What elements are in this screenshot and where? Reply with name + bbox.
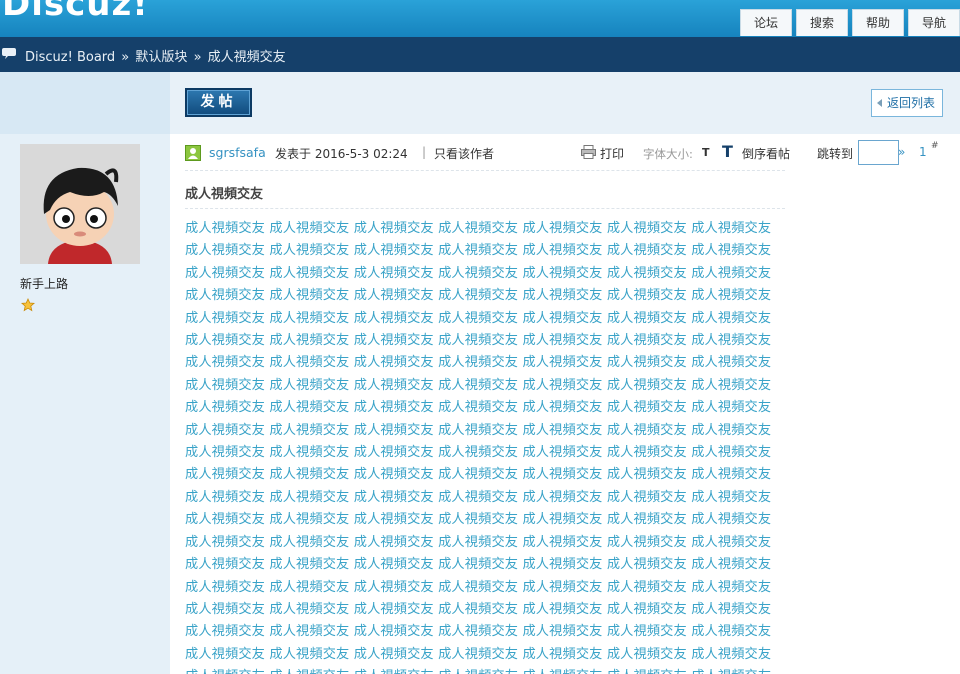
avatar-cartoon-icon [20, 144, 140, 264]
only-author-link[interactable]: 只看该作者 [434, 145, 494, 162]
breadcrumb-separator: » [193, 50, 202, 65]
breadcrumb-separator: » [121, 50, 130, 65]
breadcrumb-bar: Discuz! Board » 默认版块 » 成人視頻交友 [0, 37, 960, 72]
main-nav: 论坛 搜索 帮助 导航 [736, 9, 960, 37]
divider [185, 170, 785, 171]
post-meta-bar: sgrsfsafa 发表于 2016-5-3 02:24 | 只看该作者 打印 … [185, 140, 960, 166]
speech-bubble-icon [2, 48, 16, 59]
post-body: 成人視頻交友 成人視頻交友 成人視頻交友 成人視頻交友 成人視頻交友 成人視頻交… [185, 221, 772, 674]
top-header: Discuz! 论坛 搜索 帮助 导航 [0, 0, 960, 37]
floor-mark: # [931, 141, 939, 151]
nav-tab-navigation[interactable]: 导航 [907, 9, 960, 36]
reverse-order-link[interactable]: 倒序看帖 [742, 145, 790, 162]
author-link[interactable]: sgrsfsafa [209, 145, 266, 160]
star-icon [21, 298, 35, 312]
online-status-icon [185, 145, 201, 161]
divider [185, 208, 785, 209]
floor-number[interactable]: 1 [919, 145, 927, 159]
print-link[interactable]: 打印 [600, 145, 624, 162]
meta-divider: | [422, 145, 427, 159]
site-logo[interactable]: Discuz! [2, 0, 149, 24]
nav-tab-search[interactable]: 搜索 [795, 9, 848, 36]
action-bar [0, 72, 960, 134]
printer-icon[interactable] [581, 145, 596, 159]
font-large-button[interactable]: T [722, 142, 733, 161]
arrow-left-icon [877, 99, 882, 107]
nav-tab-forum[interactable]: 论坛 [739, 9, 792, 36]
forum-thread-page: Discuz! 论坛 搜索 帮助 导航 Discuz! Board » 默认版块… [0, 0, 960, 674]
action-bar-right [170, 72, 960, 134]
font-size-label: 字体大小: [643, 147, 693, 161]
breadcrumb-thread[interactable]: 成人視頻交友 [208, 50, 286, 65]
new-post-button[interactable]: 发帖 [185, 88, 252, 117]
author-rank: 新手上路 [20, 277, 69, 291]
avatar[interactable] [20, 144, 140, 264]
jump-to-label: 跳转到 [817, 147, 854, 161]
action-bar-left [0, 72, 170, 134]
back-to-list-label: 返回列表 [887, 96, 936, 110]
post-title: 成人視頻交友 [185, 187, 264, 202]
post-timestamp: 发表于 2016-5-3 02:24 [275, 147, 408, 161]
breadcrumb: Discuz! Board » 默认版块 » 成人視頻交友 [25, 46, 286, 65]
breadcrumb-board[interactable]: 默认版块 [135, 50, 187, 65]
breadcrumb-home[interactable]: Discuz! Board [25, 50, 115, 65]
font-small-button[interactable]: T [702, 146, 710, 159]
jump-floor-input[interactable] [858, 140, 899, 165]
jump-go-button[interactable]: » [898, 145, 905, 159]
nav-tab-help[interactable]: 帮助 [851, 9, 904, 36]
back-to-list-button[interactable]: 返回列表 [871, 89, 943, 117]
